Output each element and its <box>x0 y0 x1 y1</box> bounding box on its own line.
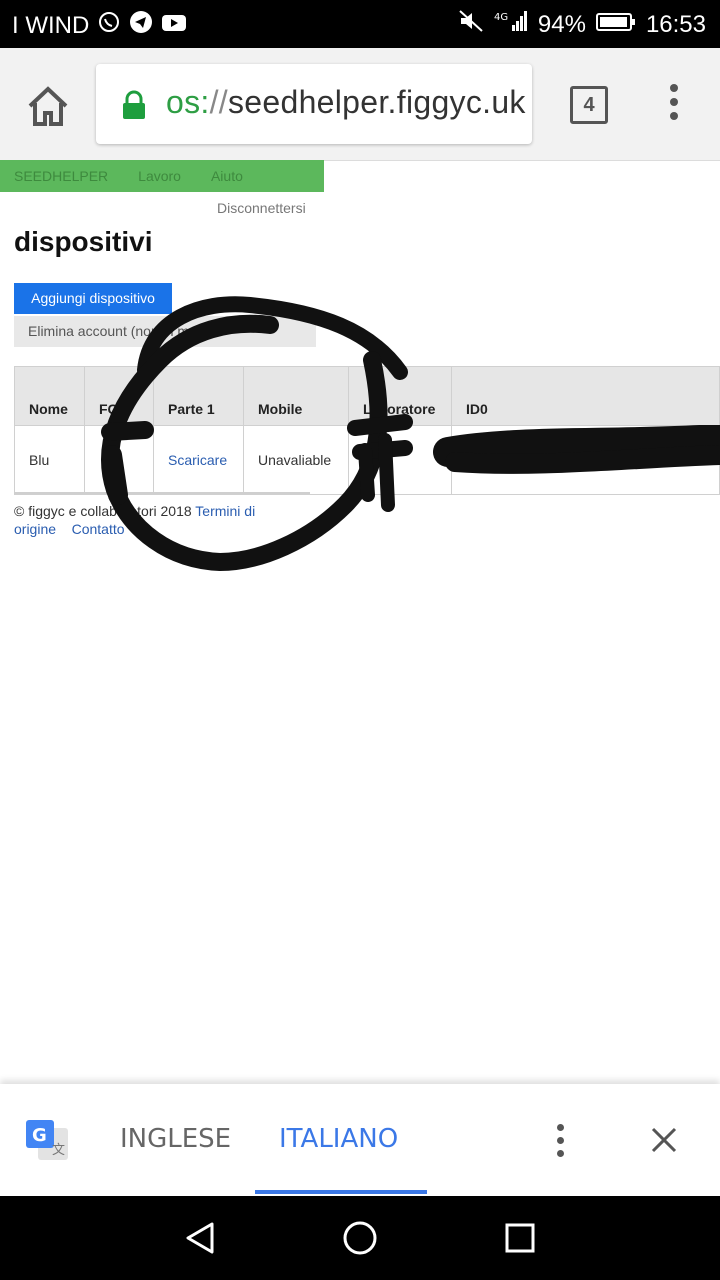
col-header-fc: FC <box>84 366 154 426</box>
browser-toolbar: os://seedhelper.figgyc.uk 4 <box>0 48 720 161</box>
system-nav-bar <box>0 1196 720 1280</box>
translate-more-icon[interactable] <box>552 1124 568 1158</box>
svg-text:G: G <box>32 1125 47 1146</box>
signal-icon: 4G <box>494 9 528 40</box>
home-icon[interactable] <box>24 84 72 128</box>
col-header-mobile: Mobile <box>243 366 349 426</box>
download-link[interactable]: Scaricare <box>153 425 244 495</box>
svg-text:4G: 4G <box>494 12 508 23</box>
page-title: dispositivi <box>14 226 153 257</box>
youtube-icon <box>161 12 187 40</box>
col-header-parte1: Parte 1 <box>153 366 244 426</box>
close-icon[interactable] <box>650 1126 678 1154</box>
tab-switcher-button[interactable]: 4 <box>570 86 608 124</box>
url-text: os://seedhelper.figgyc.uk <box>166 84 526 120</box>
cell-mobile: Unavaliable <box>243 425 349 495</box>
col-header-lavoratore: Lavoratore <box>348 366 452 426</box>
address-bar[interactable]: os://seedhelper.figgyc.uk <box>96 64 532 144</box>
lang-option-english[interactable]: INGLESE <box>120 1124 231 1154</box>
google-translate-icon: G 文 <box>24 1118 70 1162</box>
col-header-id0: ID0 <box>451 366 720 426</box>
clock: 16:53 <box>645 10 706 38</box>
copyright-text: © figgyc e collaboratori 2018 <box>14 503 192 519</box>
mute-icon <box>458 9 484 40</box>
nav-item-aiuto[interactable]: Aiuto <box>211 168 243 184</box>
devices-table: Nome FC Parte 1 Mobile Lavoratore ID0 Bl… <box>14 366 720 495</box>
recents-icon[interactable] <box>504 1222 536 1254</box>
telegram-icon <box>129 10 153 41</box>
carrier-label: I WIND <box>12 11 90 39</box>
cell-nome: Blu <box>14 425 85 495</box>
battery-percent: 94% <box>537 10 586 38</box>
back-icon[interactable] <box>184 1221 216 1255</box>
cell-lavoratore <box>348 425 452 495</box>
table-row: Blu Scaricare Unavaliable <box>14 425 720 495</box>
status-bar: I WIND 4G 94% 16:53 <box>0 0 720 48</box>
svg-text:文: 文 <box>52 1143 65 1158</box>
selected-lang-indicator <box>255 1190 427 1194</box>
home-nav-icon[interactable] <box>342 1220 378 1256</box>
contact-link[interactable]: Contatto <box>72 521 125 537</box>
nav-item-lavoro[interactable]: Lavoro <box>138 168 181 184</box>
translate-bar: G 文 INGLESE ITALIANO <box>0 1084 720 1196</box>
site-navbar: SEEDHELPER Lavoro Aiuto <box>0 160 324 192</box>
col-header-nome: Nome <box>14 366 85 426</box>
add-device-button[interactable]: Aggiungi dispositivo <box>14 283 172 314</box>
lang-option-italian[interactable]: ITALIANO <box>279 1124 398 1154</box>
delete-account-button[interactable]: Elimina account (non in modo <box>14 316 316 347</box>
cell-fc <box>84 425 154 495</box>
more-options-icon[interactable] <box>660 84 688 124</box>
footer-divider <box>14 492 310 494</box>
whatsapp-icon <box>97 10 121 41</box>
battery-icon <box>595 11 636 39</box>
lock-icon <box>120 90 148 120</box>
nav-item-seedhelper[interactable]: SEEDHELPER <box>14 168 108 184</box>
page-footer: © figgyc e collaboratori 2018 Termini di… <box>14 502 294 538</box>
cell-id0 <box>451 425 720 495</box>
logout-link[interactable]: Disconnettersi <box>217 200 306 216</box>
table-header-row: Nome FC Parte 1 Mobile Lavoratore ID0 <box>14 366 720 426</box>
